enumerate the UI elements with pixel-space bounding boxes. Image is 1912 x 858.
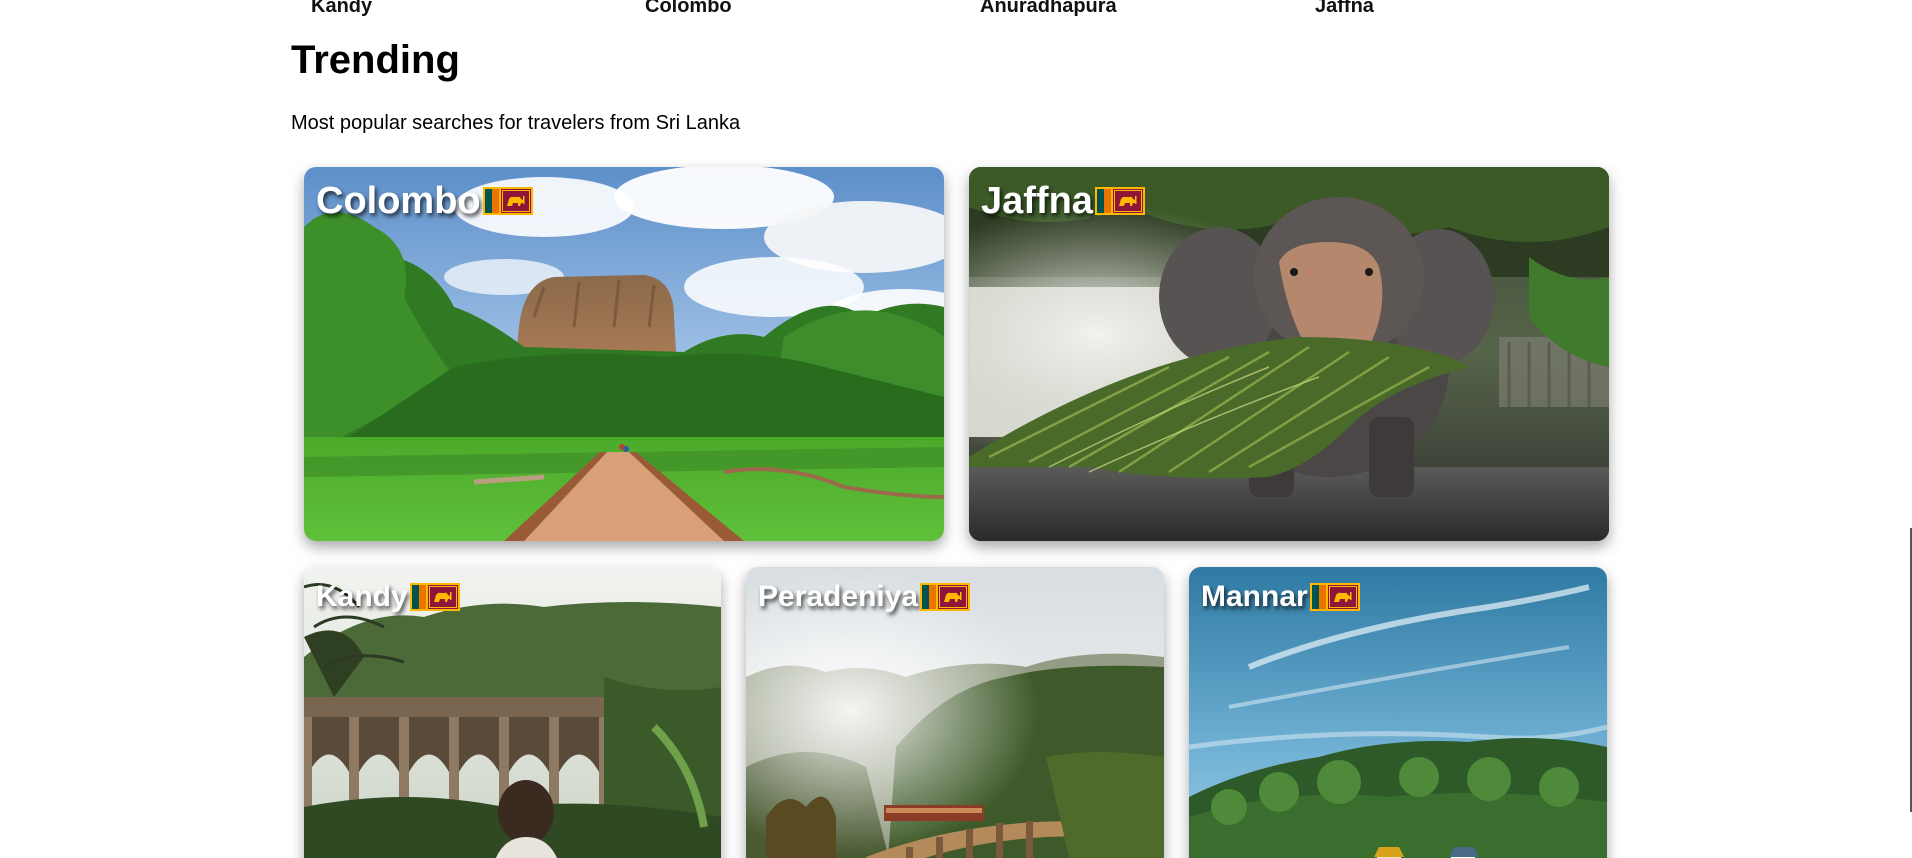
section-subtitle: Most popular searches for travelers from…: [291, 112, 741, 134]
card-title-peradeniya: Peradeniya: [758, 579, 970, 615]
card-image-sigiriya: [304, 167, 944, 541]
city-name: Mannar: [1201, 580, 1308, 613]
top-destination-anuradhapura[interactable]: Anuradhapura: [980, 0, 1117, 18]
card-image-elephant: [969, 167, 1609, 541]
trending-card-jaffna[interactable]: Jaffna: [969, 167, 1609, 541]
trending-card-mannar[interactable]: Mannar: [1189, 567, 1607, 858]
card-title-colombo: Colombo: [316, 179, 533, 223]
section-title: Trending: [291, 38, 460, 82]
city-name: Peradeniya: [758, 580, 919, 613]
card-title-mannar: Mannar: [1201, 579, 1360, 615]
trending-card-peradeniya[interactable]: Peradeniya: [746, 567, 1164, 858]
trending-card-kandy[interactable]: Kandy: [304, 567, 721, 858]
sri-lanka-flag-icon: [483, 187, 533, 215]
card-title-kandy: Kandy: [316, 579, 460, 615]
city-name: Jaffna: [981, 180, 1093, 222]
card-title-jaffna: Jaffna: [981, 179, 1145, 223]
top-destination-kandy[interactable]: Kandy: [311, 0, 372, 18]
top-destination-colombo[interactable]: Colombo: [645, 0, 732, 18]
top-destinations-strip: Kandy Colombo Anuradhapura Jaffna: [0, 0, 1912, 20]
sri-lanka-flag-icon: [1310, 583, 1360, 611]
trending-card-colombo[interactable]: Colombo: [304, 167, 944, 541]
city-name: Kandy: [316, 580, 408, 613]
sri-lanka-flag-icon: [1095, 187, 1145, 215]
city-name: Colombo: [316, 180, 481, 222]
sri-lanka-flag-icon: [410, 583, 460, 611]
sri-lanka-flag-icon: [920, 583, 970, 611]
top-destination-jaffna[interactable]: Jaffna: [1315, 0, 1374, 18]
